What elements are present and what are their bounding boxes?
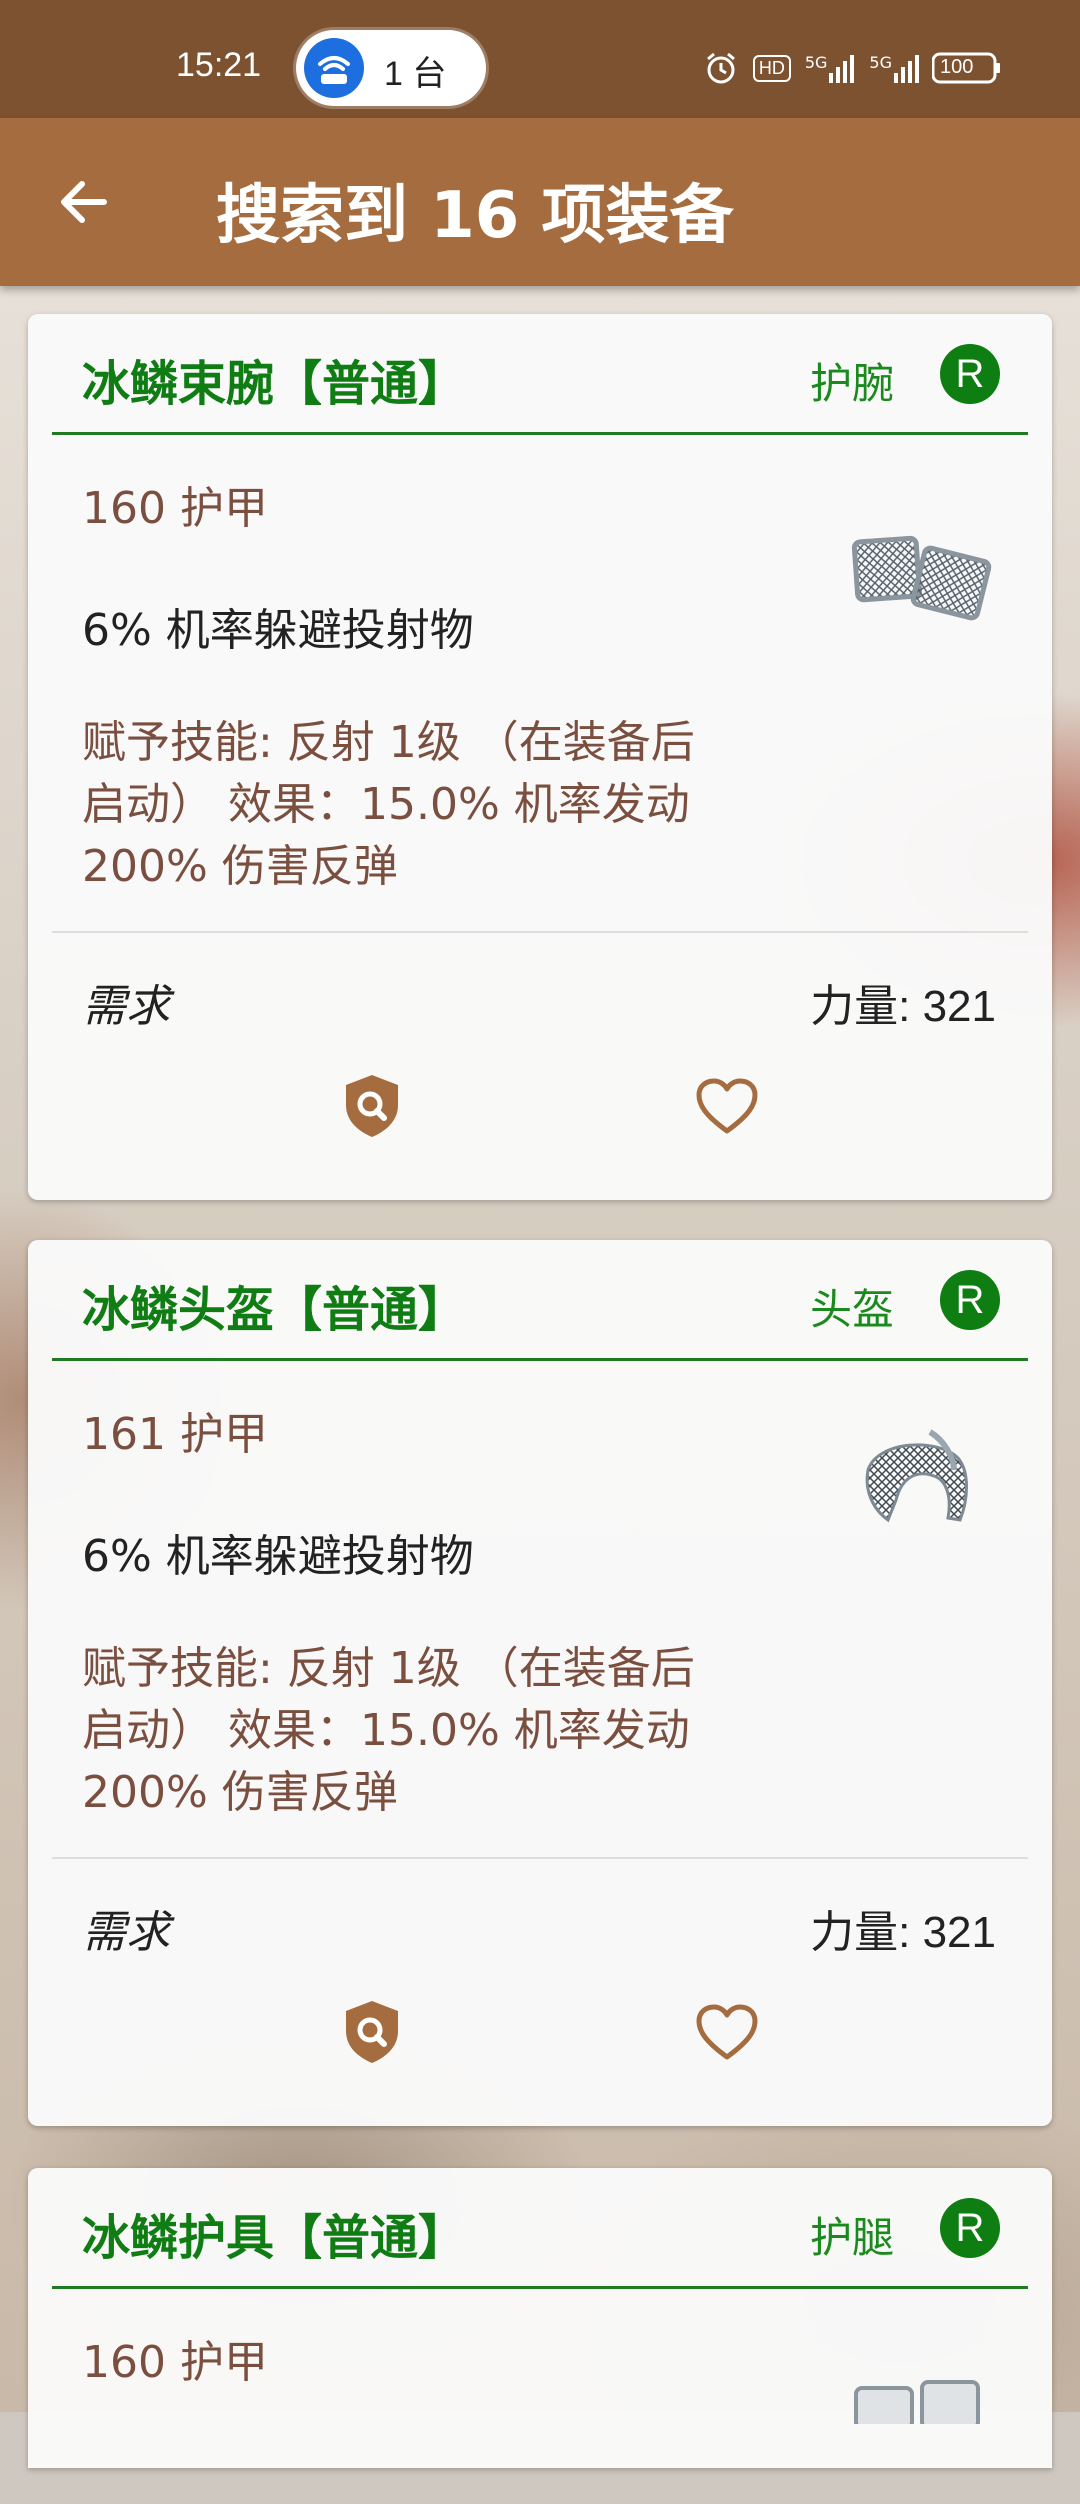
skill-line: 赋予技能: 反射 1级 （在装备后: [82, 717, 695, 768]
clock: 15:21: [176, 46, 262, 84]
heart-outline-icon: [696, 1078, 758, 1134]
heart-outline-icon: [696, 2004, 758, 2060]
skill-line: 200% 伤害反弹: [82, 841, 398, 892]
skill-line: 赋予技能: 反射 1级 （在装备后: [82, 1643, 695, 1694]
skill-line: 200% 伤害反弹: [82, 1767, 398, 1818]
item-armor: 161 护甲: [82, 1409, 268, 1460]
signal-1-icon: 5G: [805, 53, 856, 83]
header-divider: [52, 432, 1028, 435]
app-bar: 搜索到 16 项装备: [0, 118, 1080, 286]
item-skill: 赋予技能: 反射 1级 （在装备后 启动） 效果：15.0% 机率发动 200%…: [82, 1638, 782, 1824]
skill-line: 启动） 效果：15.0% 机率发动: [82, 1705, 690, 1756]
shield-search-icon: [346, 1075, 398, 1137]
network-type-label: 5G: [869, 53, 892, 72]
network-type-label: 5G: [804, 53, 828, 72]
item-name: 冰鳞头盔【普通】: [82, 1282, 467, 1338]
section-divider: [52, 1857, 1028, 1859]
item-name: 冰鳞护具【普通】: [82, 2210, 467, 2266]
item-slot: 护腿: [810, 2213, 895, 2262]
page-title: 搜索到 16 项装备: [216, 179, 734, 253]
arrow-left-icon: [61, 181, 107, 223]
battery-level: 100: [940, 56, 974, 78]
signal-2-icon: 5G: [869, 53, 920, 83]
favorite-button[interactable]: [687, 1066, 767, 1146]
item-armor: 160 护甲: [82, 2337, 268, 2388]
item-armor: 160 护甲: [82, 483, 268, 534]
requirement-value: 力量: 321: [810, 1908, 996, 1957]
rank-badge: R: [940, 1270, 1000, 1330]
header-divider: [52, 2286, 1028, 2289]
equipment-card[interactable]: 冰鳞头盔【普通】 头盔 R 161 护甲 6% 机率躲避投射物 赋予技能: 反射…: [28, 1240, 1052, 2126]
favorite-button[interactable]: [687, 1992, 767, 2072]
rank-badge: R: [940, 344, 1000, 404]
alarm-icon: [706, 52, 735, 84]
item-slot: 头盔: [810, 1285, 895, 1334]
battery-icon: 100: [931, 52, 1002, 88]
rank-badge: R: [940, 2198, 1000, 2258]
wifi-hotspot-icon: [304, 38, 364, 98]
hotspot-count: 1 台: [384, 55, 447, 93]
details-button[interactable]: [332, 1066, 412, 1146]
item-slot: 护腕: [810, 359, 895, 408]
item-name: 冰鳞束腕【普通】: [82, 356, 467, 412]
item-effect: 6% 机率躲避投射物: [82, 1531, 474, 1582]
skill-line: 启动） 效果：15.0% 机率发动: [82, 779, 690, 830]
item-image: [818, 510, 998, 650]
section-divider: [52, 931, 1028, 933]
hd-icon: HD: [752, 54, 791, 82]
status-icons: HD 5G 5G: [703, 48, 920, 88]
details-button[interactable]: [332, 1992, 412, 2072]
shield-search-icon: [346, 2001, 398, 2063]
status-bar: 15:21 1 台 HD 5G 5G 100: [0, 0, 1080, 118]
item-image: [818, 2364, 998, 2504]
hotspot-pill[interactable]: 1 台: [296, 30, 486, 106]
back-button[interactable]: [56, 174, 112, 230]
equipment-card[interactable]: 冰鳞护具【普通】 护腿 R 160 护甲: [28, 2168, 1052, 2468]
equipment-card[interactable]: 冰鳞束腕【普通】 护腕 R 160 护甲 6% 机率躲避投射物 赋予技能: 反射…: [28, 314, 1052, 1200]
requirement-value: 力量: 321: [810, 982, 996, 1031]
header-divider: [52, 1358, 1028, 1361]
item-effect: 6% 机率躲避投射物: [82, 605, 474, 656]
item-image: [818, 1410, 998, 1550]
item-skill: 赋予技能: 反射 1级 （在装备后 启动） 效果：15.0% 机率发动 200%…: [82, 712, 782, 898]
requirement-label: 需求: [82, 1907, 170, 1958]
requirement-label: 需求: [82, 981, 170, 1032]
